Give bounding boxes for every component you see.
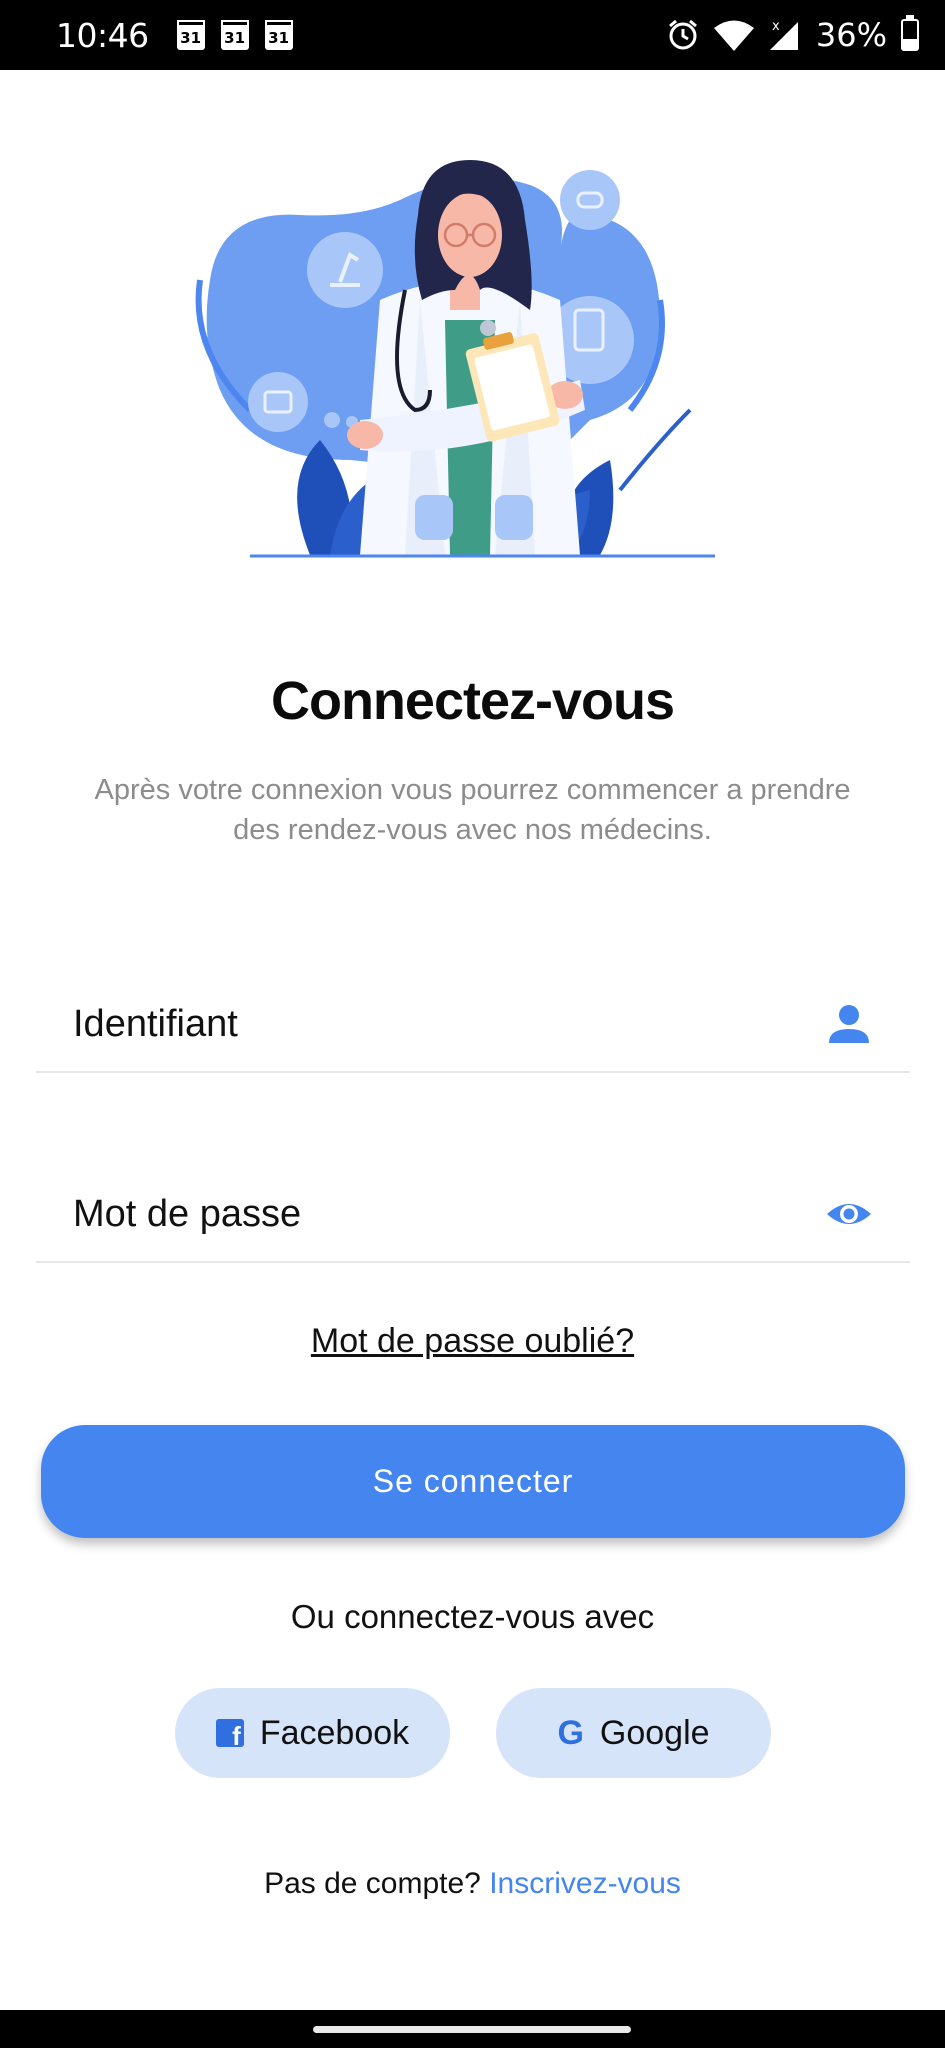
login-button-label: Se connecter (372, 1463, 574, 1499)
facebook-login-button[interactable]: f Facebook (175, 1688, 450, 1778)
home-gesture-handle[interactable] (313, 2026, 631, 2033)
calendar-icon: 31 (176, 20, 205, 50)
alt-login-text: Ou connectez-vous avec (290, 1598, 655, 1635)
svg-text:x: x (772, 19, 780, 34)
person-icon (829, 1005, 869, 1043)
subtitle-line: des rendez-vous avec nos médecins. (233, 814, 712, 846)
subtitle-line: Après votre connexion vous pourrez comme… (94, 774, 851, 806)
google-icon: G (557, 1713, 584, 1752)
page-subtitle: Après votre connexion vous pourrez comme… (60, 770, 885, 850)
no-account-text: Pas de compte? (264, 1867, 481, 1900)
status-bar: 10:46 31 31 31 x 36% (0, 0, 945, 70)
page-title: Connectez-vous (270, 671, 675, 731)
eye-icon[interactable] (826, 1191, 872, 1237)
notification-icons: 31 31 31 (176, 20, 293, 50)
facebook-icon: f (215, 1719, 244, 1747)
password-label: Mot de passe (73, 1193, 302, 1235)
calendar-icon: 31 (220, 20, 249, 50)
doctor-illustration (195, 160, 715, 558)
navigation-bar (0, 2010, 945, 2048)
calendar-icon: 31 (264, 20, 293, 50)
signup-link[interactable]: Inscrivez-vous (489, 1867, 681, 1900)
battery-icon (901, 15, 919, 51)
facebook-button-label: Facebook (259, 1713, 410, 1752)
password-field[interactable]: Mot de passe (36, 1163, 910, 1263)
forgot-password-link[interactable]: Mot de passe oublié? (0, 1322, 945, 1361)
wifi-icon (713, 20, 754, 51)
login-button[interactable]: Se connecter (41, 1425, 905, 1538)
battery-percentage: 36% (815, 16, 887, 54)
status-indicators: x 36% (666, 15, 919, 54)
signal-icon: x (769, 19, 798, 50)
username-label: Identifiant (73, 1003, 238, 1045)
status-time: 10:46 (56, 15, 149, 55)
alarm-icon (668, 19, 697, 50)
google-login-button[interactable]: G Google (496, 1688, 771, 1778)
username-field[interactable]: Identifiant (36, 973, 910, 1073)
google-button-label: Google (599, 1713, 710, 1752)
signup-prompt: Pas de compte? Inscrivez-vous (0, 1867, 945, 1901)
